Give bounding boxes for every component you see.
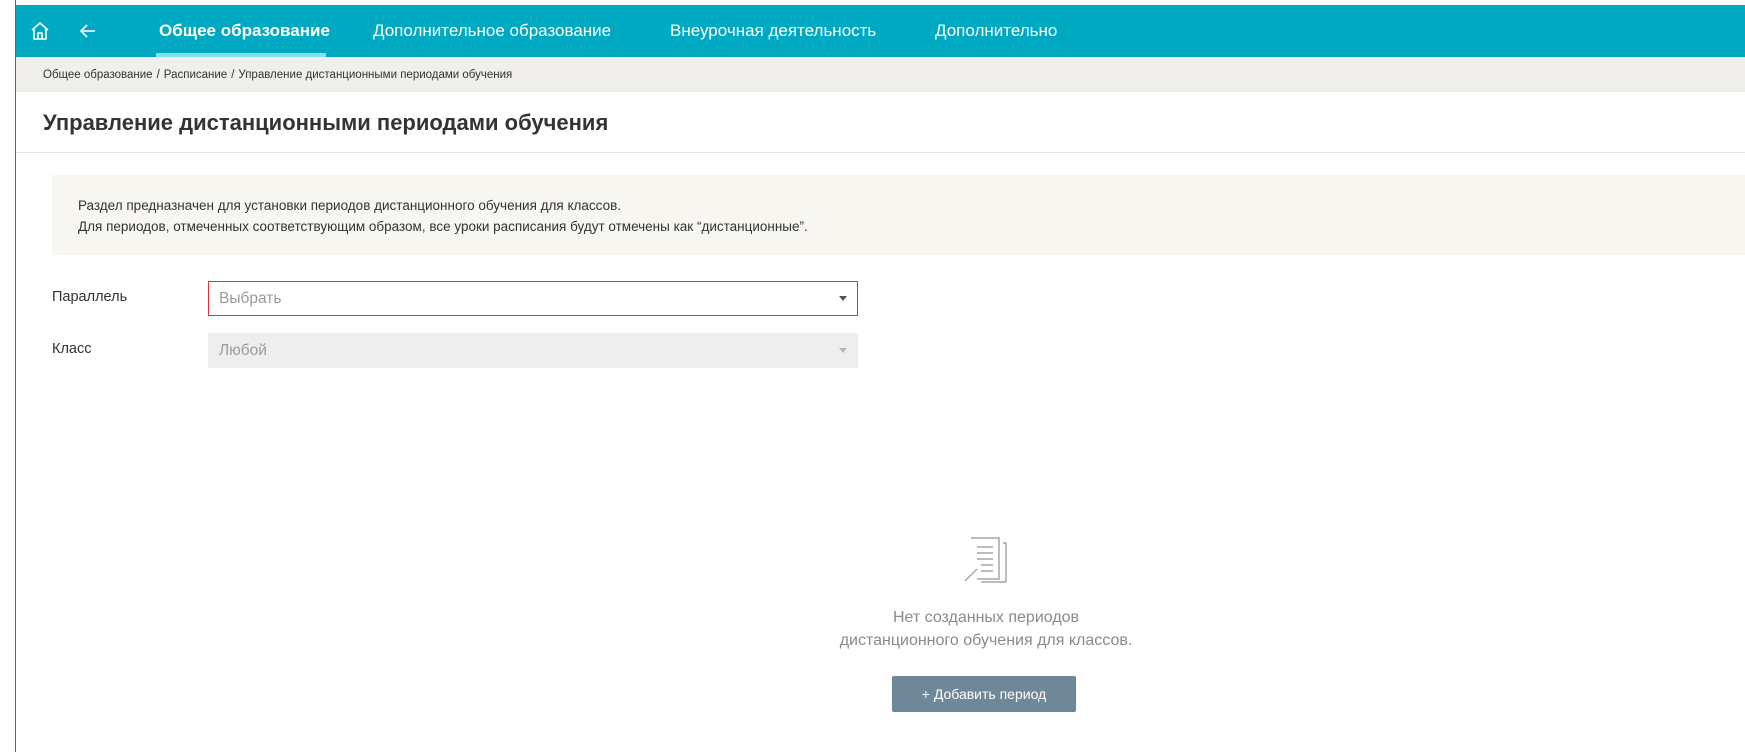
chevron-down-icon [839,348,847,353]
top-navigation: Общее образование Дополнительное образов… [16,5,1745,57]
tab-extracurricular[interactable]: Внеурочная деятельность [670,5,876,57]
class-select-value: Любой [219,341,267,359]
parallel-select[interactable]: Выбрать [208,281,858,316]
breadcrumb: Общее образование / Расписание / Управле… [16,57,1745,92]
empty-state-line: дистанционного обучения для классов. [839,632,1133,649]
info-line: Раздел предназначен для установки период… [78,198,621,213]
info-line: Для периодов, отмеченных соответствующим… [78,219,808,234]
document-list-icon [961,535,1013,585]
chevron-down-icon [839,296,847,301]
breadcrumb-item-current: Управление дистанционными периодами обуч… [238,68,513,81]
info-box: Раздел предназначен для установки период… [52,175,1745,255]
page-title: Управление дистанционными периодами обуч… [43,110,609,135]
title-divider [16,152,1745,153]
tab-additional-education[interactable]: Дополнительное образование [373,5,611,57]
breadcrumb-separator: / [231,68,235,81]
back-arrow-icon[interactable] [70,5,106,57]
home-icon[interactable] [22,5,58,57]
add-period-button[interactable]: + Добавить период [892,676,1076,712]
class-select: Любой [208,333,858,368]
breadcrumb-item-general[interactable]: Общее образование [43,69,153,81]
breadcrumb-separator: / [156,68,160,81]
parallel-select-placeholder: Выбрать [219,289,282,307]
app-frame: Общее образование Дополнительное образов… [15,0,1745,752]
parallel-label: Параллель [52,289,128,305]
class-label: Класс [52,341,92,357]
breadcrumb-item-schedule[interactable]: Расписание [164,69,227,81]
tab-general-education[interactable]: Общее образование [159,5,330,57]
empty-state-message: Нет созданных периодов дистанционного об… [786,606,1186,652]
empty-state-line: Нет созданных периодов [892,609,1080,626]
tab-additional[interactable]: Дополнительно [935,5,1057,57]
